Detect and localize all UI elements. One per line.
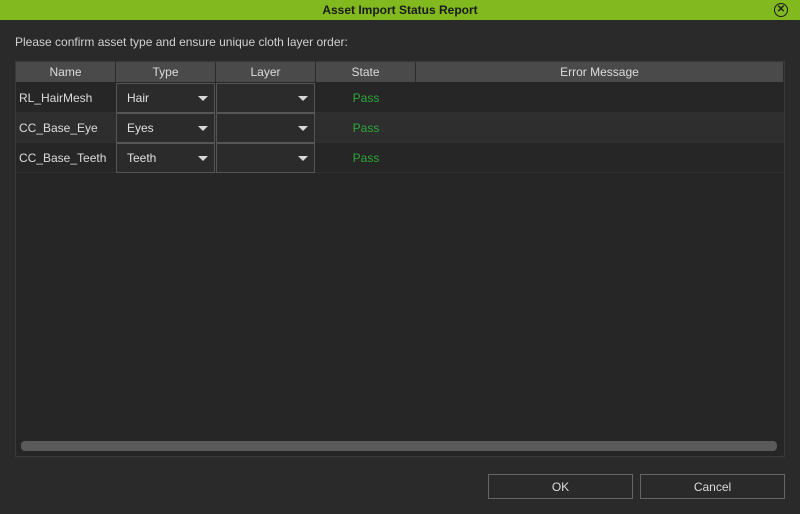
type-value: Eyes: [127, 121, 154, 135]
state-status: Pass: [352, 121, 380, 135]
asset-table: Name Type Layer State Error Message RL_H…: [15, 61, 785, 457]
error-message: [416, 113, 784, 143]
asset-name: CC_Base_Teeth: [19, 151, 107, 165]
error-message: [416, 83, 784, 113]
type-dropdown[interactable]: Hair: [116, 83, 215, 113]
chevron-down-icon: [298, 125, 308, 131]
horizontal-scrollbar[interactable]: [21, 441, 777, 451]
table-row[interactable]: CC_Base_Teeth Teeth Pass: [16, 143, 784, 173]
layer-dropdown[interactable]: [216, 143, 315, 173]
chevron-down-icon: [298, 95, 308, 101]
ok-button[interactable]: OK: [488, 474, 633, 499]
chevron-down-icon: [298, 155, 308, 161]
instruction-text: Please confirm asset type and ensure uni…: [15, 35, 348, 49]
type-dropdown[interactable]: Eyes: [116, 113, 215, 143]
chevron-down-icon: [198, 95, 208, 101]
chevron-down-icon: [198, 125, 208, 131]
column-header-type[interactable]: Type: [116, 62, 216, 82]
column-header-name[interactable]: Name: [16, 62, 116, 82]
table-row[interactable]: RL_HairMesh Hair Pass: [16, 83, 784, 113]
asset-name: RL_HairMesh: [19, 91, 93, 105]
layer-dropdown[interactable]: [216, 113, 315, 143]
asset-name: CC_Base_Eye: [19, 121, 98, 135]
column-header-error-message[interactable]: Error Message: [416, 62, 784, 82]
table-row[interactable]: CC_Base_Eye Eyes Pass: [16, 113, 784, 143]
error-message: [416, 143, 784, 173]
state-status: Pass: [352, 91, 380, 105]
type-value: Teeth: [127, 151, 157, 165]
layer-dropdown[interactable]: [216, 83, 315, 113]
cancel-button[interactable]: Cancel: [640, 474, 785, 499]
column-header-layer[interactable]: Layer: [216, 62, 316, 82]
column-header-state[interactable]: State: [316, 62, 416, 82]
close-icon[interactable]: ✕: [774, 3, 788, 17]
title-bar: Asset Import Status Report ✕: [0, 0, 800, 20]
chevron-down-icon: [198, 155, 208, 161]
table-header: Name Type Layer State Error Message: [16, 62, 784, 82]
window-title: Asset Import Status Report: [322, 3, 478, 17]
state-status: Pass: [352, 151, 380, 165]
type-dropdown[interactable]: Teeth: [116, 143, 215, 173]
type-value: Hair: [127, 91, 150, 105]
